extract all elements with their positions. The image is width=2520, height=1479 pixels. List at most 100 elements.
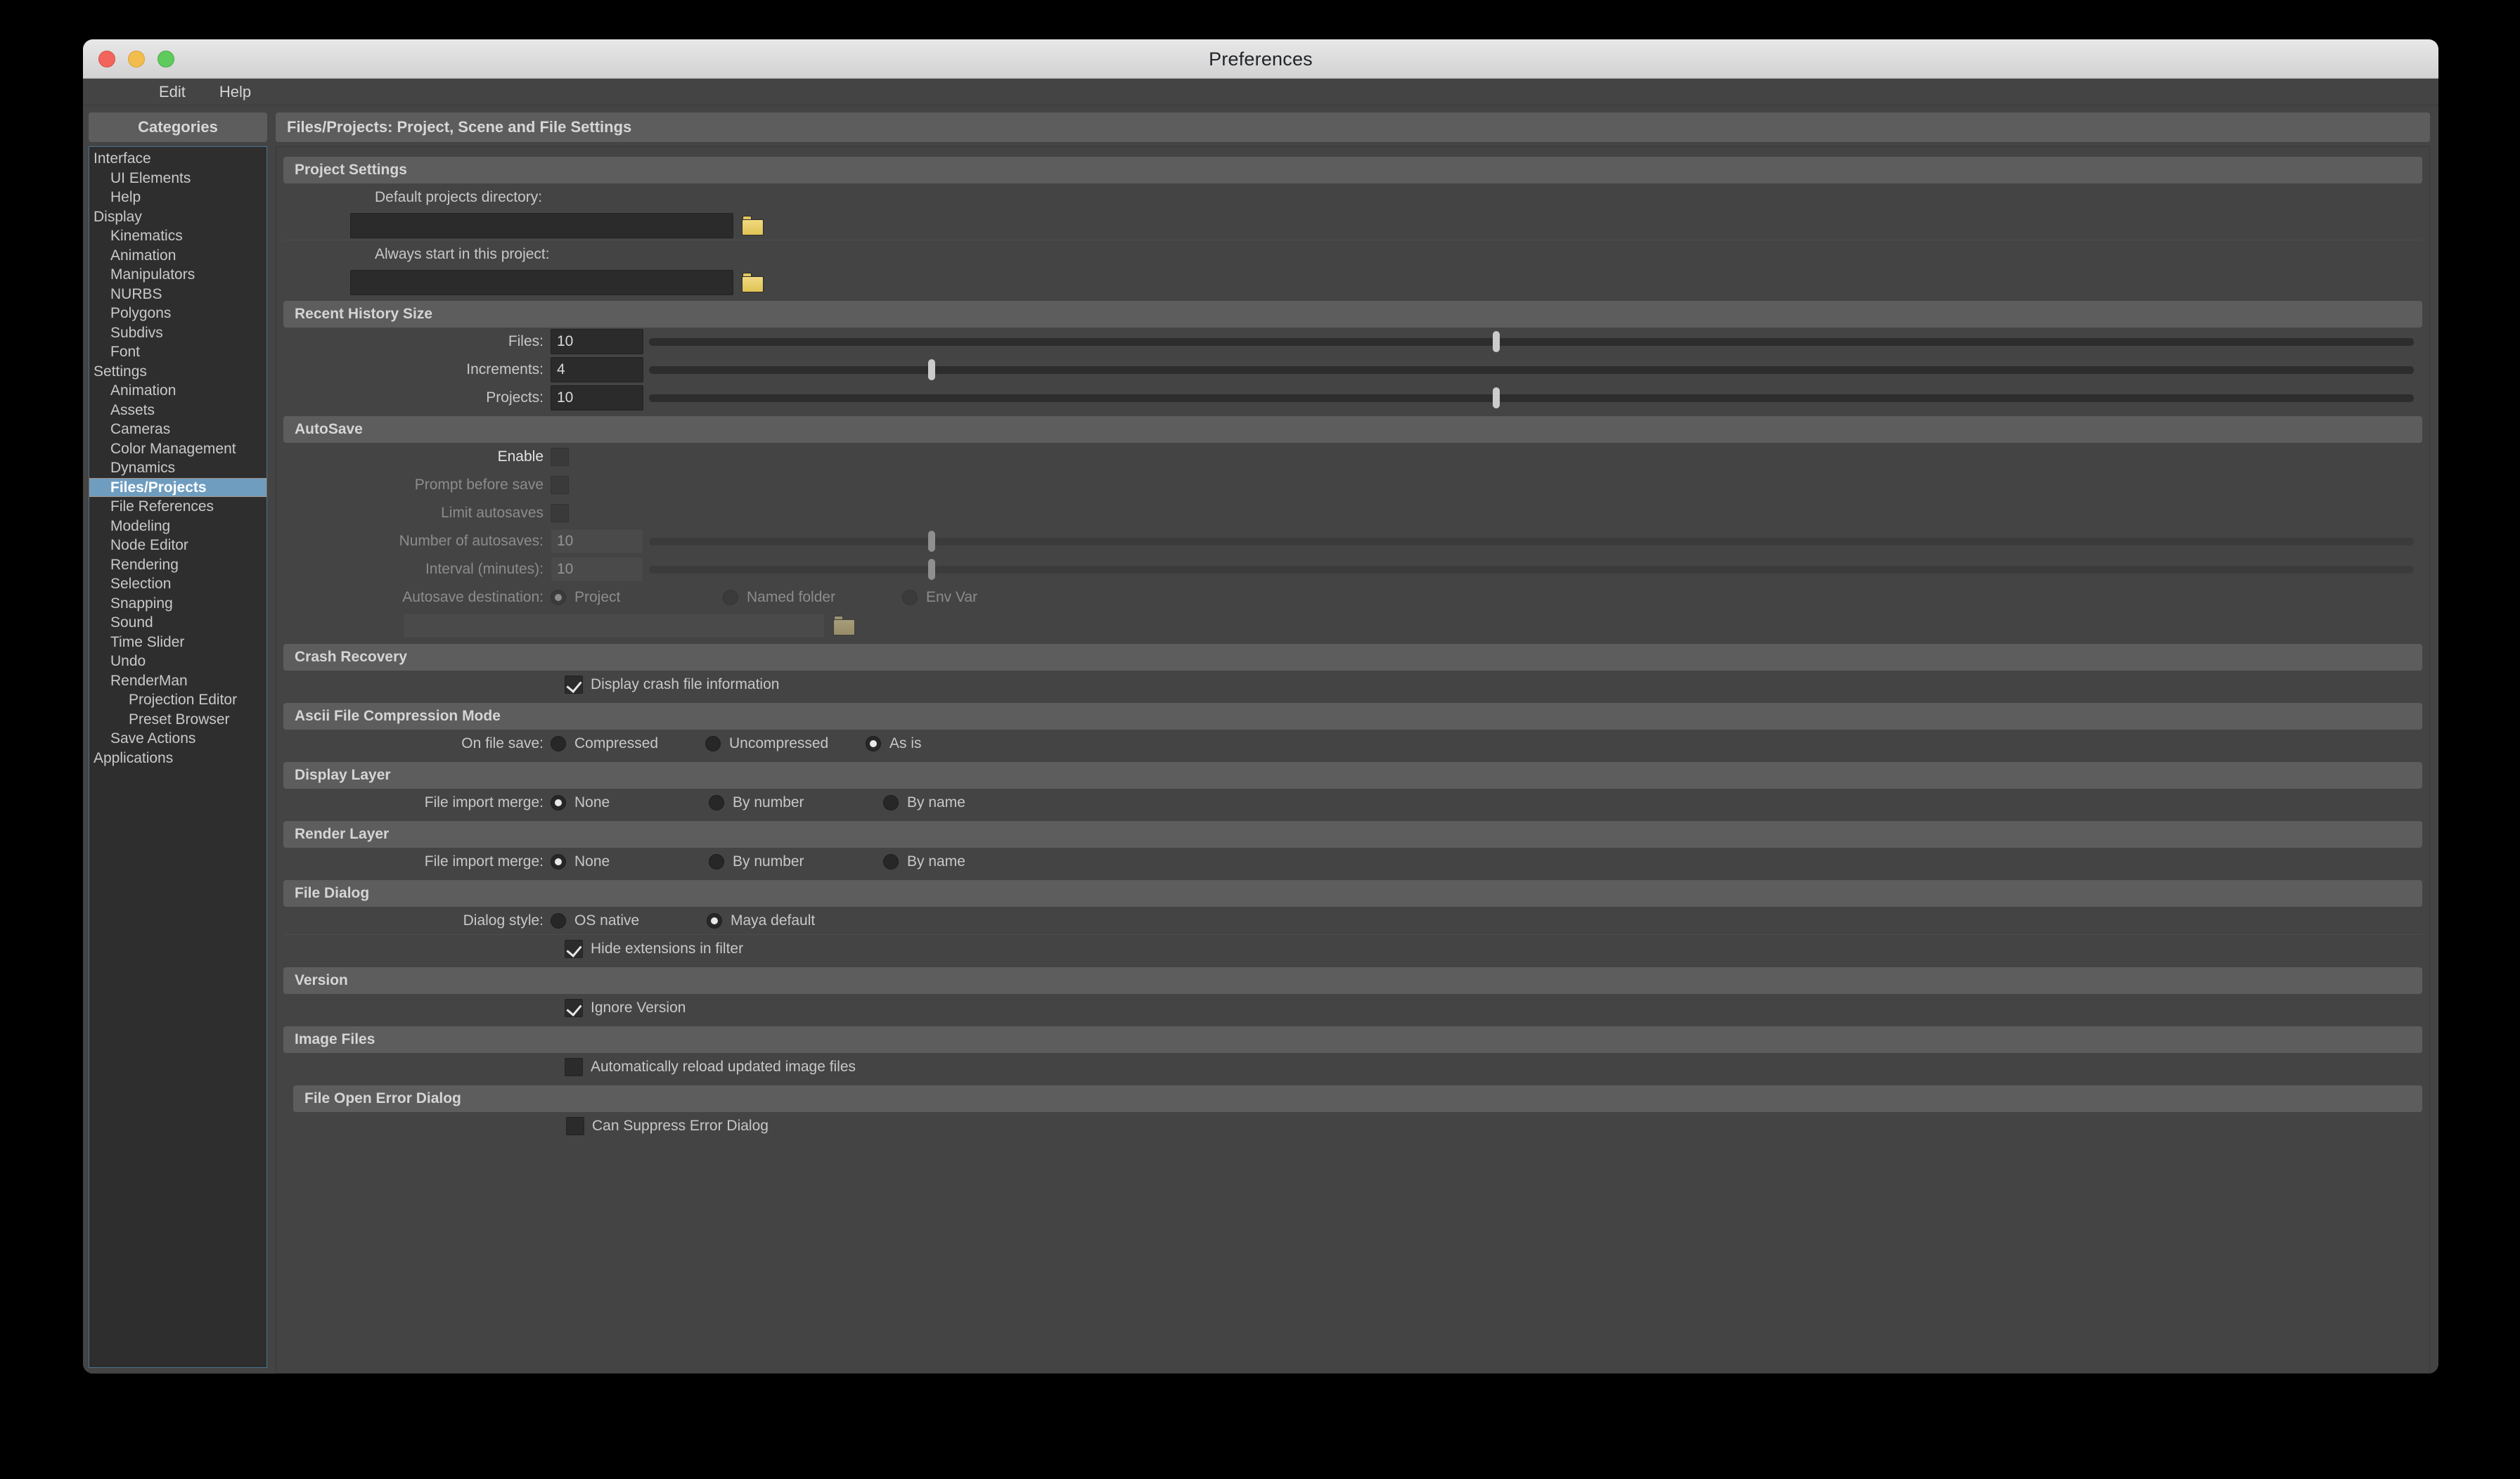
row-can-suppress-error[interactable]: Can Suppress Error Dialog xyxy=(283,1112,2422,1140)
sidebar-item-subdivs[interactable]: Subdivs xyxy=(89,323,266,343)
default-projects-directory-input[interactable] xyxy=(350,213,733,238)
files-input[interactable]: 10 xyxy=(551,329,643,354)
radio-indicator[interactable] xyxy=(723,590,738,605)
autosave-interval-slider[interactable] xyxy=(649,557,2414,582)
radio-indicator[interactable] xyxy=(902,590,918,605)
autosave-enable-checkbox[interactable] xyxy=(551,448,569,466)
display-layer-merge-group[interactable]: None By number By name xyxy=(551,794,965,811)
hide-extensions-checkbox[interactable] xyxy=(565,940,583,958)
autosave-destination-option-env-var[interactable]: Env Var xyxy=(902,589,977,606)
minimize-button[interactable] xyxy=(128,51,145,67)
autosave-number-input[interactable]: 10 xyxy=(551,529,643,554)
sidebar-item-time-slider[interactable]: Time Slider xyxy=(89,633,266,652)
ascii-option-as-is[interactable]: As is xyxy=(866,735,922,752)
autosave-destination-path-input[interactable] xyxy=(403,613,825,638)
render-layer-merge-group[interactable]: None By number By name xyxy=(551,853,965,870)
increments-input[interactable]: 4 xyxy=(551,357,643,382)
autosave-limit-checkbox[interactable] xyxy=(551,504,569,522)
ignore-version-checkbox[interactable] xyxy=(565,999,583,1017)
sidebar-item-cameras[interactable]: Cameras xyxy=(89,420,266,439)
radio-indicator[interactable] xyxy=(705,736,721,751)
sidebar-item-animation[interactable]: Animation xyxy=(89,246,266,266)
sidebar-item-animation[interactable]: Animation xyxy=(89,381,266,401)
sidebar-item-save-actions[interactable]: Save Actions xyxy=(89,729,266,749)
sidebar-item-selection[interactable]: Selection xyxy=(89,574,266,594)
display-layer-option-by-name[interactable]: By name xyxy=(883,794,965,811)
sidebar-item-snapping[interactable]: Snapping xyxy=(89,594,266,614)
radio-indicator[interactable] xyxy=(883,854,899,870)
autosave-number-slider-handle[interactable] xyxy=(927,531,935,552)
render-layer-option-by-name[interactable]: By name xyxy=(883,853,965,870)
sidebar-item-dynamics[interactable]: Dynamics xyxy=(89,458,266,478)
autosave-destination-option-project[interactable]: Project xyxy=(551,589,723,606)
radio-indicator[interactable] xyxy=(551,590,566,605)
folder-icon[interactable] xyxy=(742,216,766,235)
sidebar-item-nurbs[interactable]: NURBS xyxy=(89,285,266,304)
autosave-interval-slider-handle[interactable] xyxy=(927,559,935,580)
radio-indicator[interactable] xyxy=(551,854,566,870)
row-ignore-version[interactable]: Ignore Version xyxy=(283,994,2422,1022)
row-hide-extensions[interactable]: Hide extensions in filter xyxy=(283,935,2422,963)
sidebar-item-assets[interactable]: Assets xyxy=(89,401,266,420)
display-layer-option-by-number[interactable]: By number xyxy=(709,794,883,811)
sidebar-item-undo[interactable]: Undo xyxy=(89,652,266,671)
ascii-compression-group[interactable]: Compressed Uncompressed As is xyxy=(551,735,922,752)
menu-help[interactable]: Help xyxy=(219,83,251,101)
sidebar-item-files-projects[interactable]: Files/Projects xyxy=(89,477,266,497)
autosave-interval-input[interactable]: 10 xyxy=(551,557,643,582)
ascii-option-uncompressed[interactable]: Uncompressed xyxy=(705,735,866,752)
auto-reload-images-checkbox[interactable] xyxy=(565,1058,583,1076)
menu-edit[interactable]: Edit xyxy=(159,83,186,101)
projects-input[interactable]: 10 xyxy=(551,385,643,411)
sidebar-item-kinematics[interactable]: Kinematics xyxy=(89,226,266,246)
close-button[interactable] xyxy=(98,51,115,67)
sidebar-item-settings[interactable]: Settings xyxy=(89,362,266,382)
always-start-input[interactable] xyxy=(350,270,733,295)
sidebar-item-font[interactable]: Font xyxy=(89,342,266,362)
increments-slider-handle[interactable] xyxy=(927,359,935,380)
sidebar-item-file-references[interactable]: File References xyxy=(89,497,266,517)
sidebar-item-modeling[interactable]: Modeling xyxy=(89,517,266,536)
projects-slider-handle[interactable] xyxy=(1492,387,1500,408)
maximize-button[interactable] xyxy=(158,51,174,67)
sidebar-item-help[interactable]: Help xyxy=(89,188,266,207)
dialog-style-option-maya-default[interactable]: Maya default xyxy=(707,912,815,929)
row-auto-reload-images[interactable]: Automatically reload updated image files xyxy=(283,1053,2422,1081)
projects-slider[interactable] xyxy=(649,385,2414,411)
radio-indicator[interactable] xyxy=(707,912,722,929)
sidebar-item-color-management[interactable]: Color Management xyxy=(89,439,266,459)
settings-scroll-area[interactable]: Project Settings Default projects direct… xyxy=(276,146,2430,1374)
folder-icon[interactable] xyxy=(833,616,857,635)
sidebar-item-polygons[interactable]: Polygons xyxy=(89,304,266,323)
sidebar-item-preset-browser[interactable]: Preset Browser xyxy=(89,710,266,730)
row-display-crash-info[interactable]: Display crash file information xyxy=(283,671,2422,699)
dialog-style-group[interactable]: OS native Maya default xyxy=(551,912,815,929)
can-suppress-error-checkbox[interactable] xyxy=(566,1117,584,1135)
sidebar-item-sound[interactable]: Sound xyxy=(89,613,266,633)
ascii-option-compressed[interactable]: Compressed xyxy=(551,735,705,752)
radio-indicator[interactable] xyxy=(709,854,724,870)
files-slider[interactable] xyxy=(649,329,2414,354)
categories-list[interactable]: Interface UI Elements Help Display Kinematic… xyxy=(89,146,267,1368)
files-slider-handle[interactable] xyxy=(1492,331,1500,352)
sidebar-item-interface[interactable]: Interface xyxy=(89,149,266,169)
radio-indicator[interactable] xyxy=(551,912,566,929)
display-layer-option-none[interactable]: None xyxy=(551,794,709,811)
sidebar-item-manipulators[interactable]: Manipulators xyxy=(89,265,266,285)
sidebar-item-node-editor[interactable]: Node Editor xyxy=(89,536,266,555)
sidebar-item-applications[interactable]: Applications xyxy=(89,749,266,768)
radio-indicator[interactable] xyxy=(883,795,899,810)
sidebar-item-projection-editor[interactable]: Projection Editor xyxy=(89,690,266,710)
sidebar-item-rendering[interactable]: Rendering xyxy=(89,555,266,575)
radio-indicator[interactable] xyxy=(709,795,724,810)
autosave-prompt-checkbox[interactable] xyxy=(551,476,569,494)
render-layer-option-by-number[interactable]: By number xyxy=(709,853,883,870)
dialog-style-option-os-native[interactable]: OS native xyxy=(551,912,707,929)
autosave-destination-group[interactable]: Project Named folder Env Var xyxy=(551,589,977,606)
radio-indicator[interactable] xyxy=(551,795,566,810)
folder-icon[interactable] xyxy=(742,273,766,292)
render-layer-option-none[interactable]: None xyxy=(551,853,709,870)
increments-slider[interactable] xyxy=(649,357,2414,382)
autosave-number-slider[interactable] xyxy=(649,529,2414,554)
sidebar-item-display[interactable]: Display xyxy=(89,207,266,227)
